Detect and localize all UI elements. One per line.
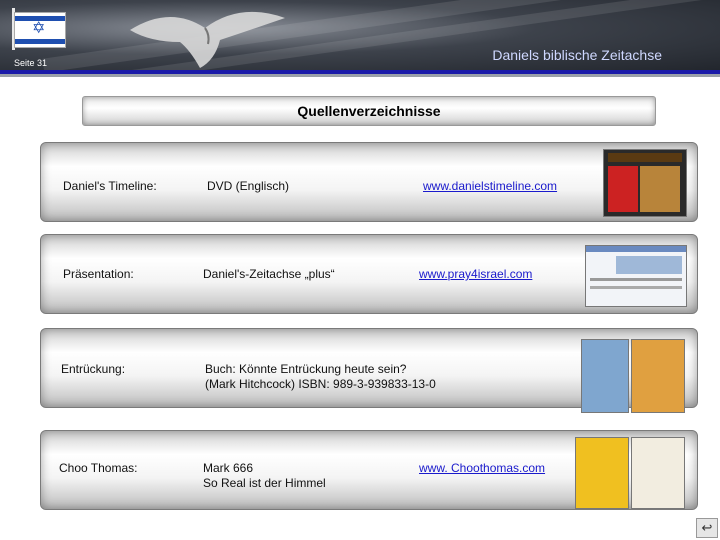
section-title: Quellenverzeichnisse (297, 103, 441, 119)
book-back-thumbnail (631, 437, 685, 509)
row-description-line2: So Real ist der Himmel (203, 476, 326, 490)
eagle-icon (130, 11, 285, 68)
israel-flag-icon: ✡ (14, 12, 66, 48)
source-row-rapture: Entrückung: Buch: Könnte Entrückung heut… (40, 328, 698, 413)
dvd-cover-thumbnail (603, 149, 687, 217)
row-link[interactable]: www. Choothomas.com (419, 461, 545, 476)
page-number: Seite 31 (14, 58, 48, 68)
row-description: Mark 666 (203, 461, 254, 475)
row-label: Choo Thomas: (59, 461, 138, 475)
source-row-timeline: Daniel's Timeline: DVD (Englisch) www.da… (40, 142, 698, 222)
header-rule-grey (0, 74, 720, 77)
row-description-line2: (Mark Hitchcock) ISBN: 989-3-939833-13-0 (205, 377, 436, 391)
book-cover-thumbnail (581, 339, 629, 413)
book-back-thumbnail (631, 339, 685, 413)
row-label: Präsentation: (63, 267, 134, 281)
row-description: Daniel's-Zeitachse „plus“ (203, 267, 335, 281)
row-link[interactable]: www.pray4israel.com (419, 267, 532, 282)
book-cover-thumbnail (575, 437, 629, 509)
presentation-title: Daniels biblische Zeitachse (492, 47, 662, 63)
row-link[interactable]: www.danielstimeline.com (423, 179, 557, 194)
row-description: DVD (Englisch) (207, 179, 290, 193)
website-screenshot-thumbnail (585, 245, 687, 307)
source-row-choo-thomas: Choo Thomas: Mark 666 So Real ist der Hi… (40, 430, 698, 510)
return-arrow-icon[interactable]: ↩ (696, 518, 718, 538)
source-row-presentation: Präsentation: Daniel's-Zeitachse „plus“ … (40, 234, 698, 314)
row-label: Daniel's Timeline: (63, 179, 157, 193)
section-title-bar: Quellenverzeichnisse (82, 96, 656, 126)
row-label: Entrückung: (61, 362, 126, 376)
row-description: Buch: Könnte Entrückung heute sein? (205, 362, 407, 376)
header-banner: ✡ Daniels biblische Zeitachse Seite 31 (0, 0, 720, 70)
